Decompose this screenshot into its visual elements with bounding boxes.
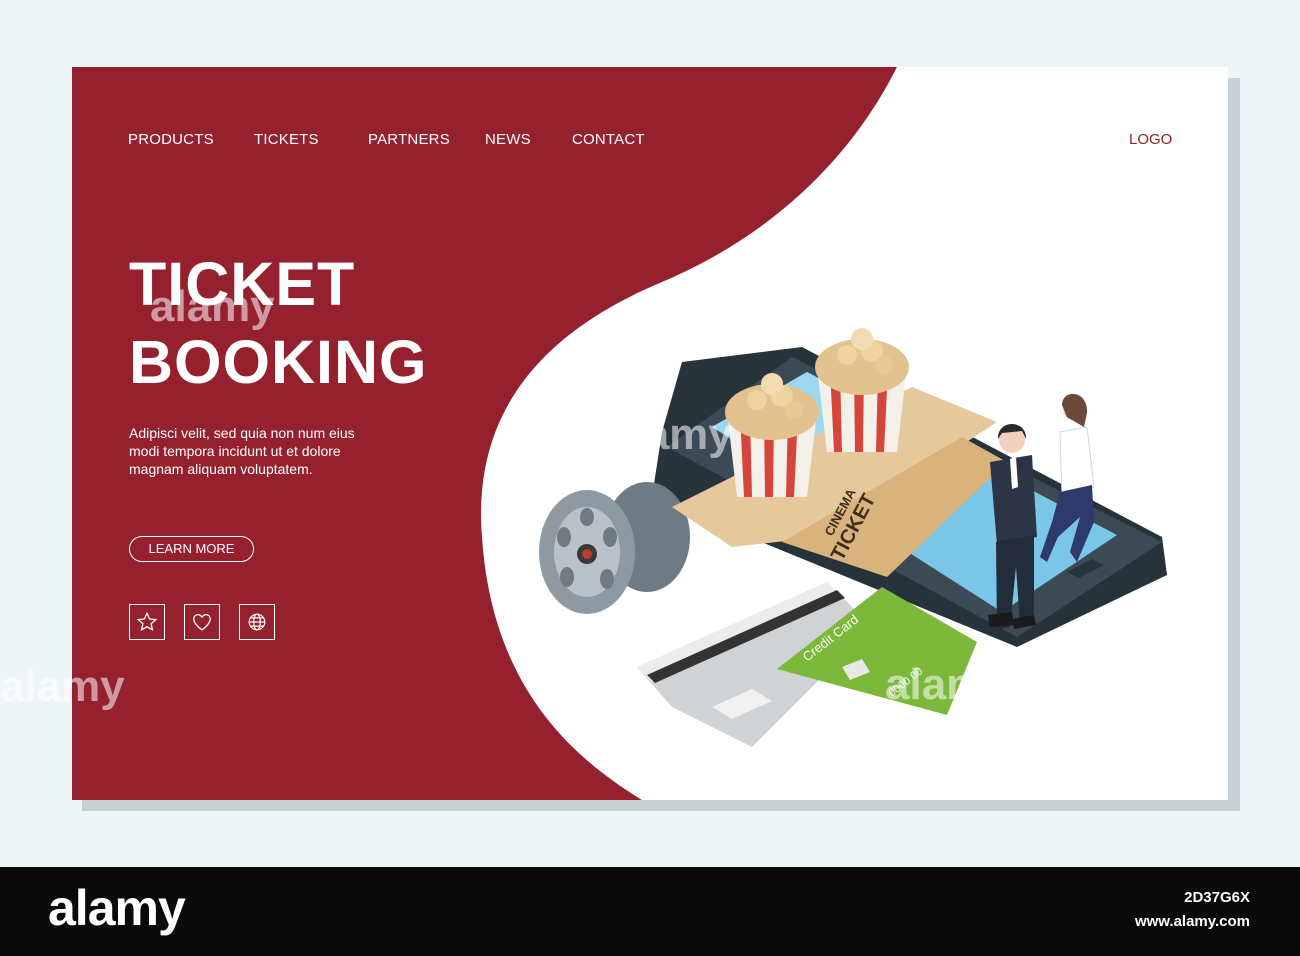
stock-site: www.alamy.com <box>1134 913 1250 930</box>
stock-brand: alamy <box>48 880 186 936</box>
watermark: alamy <box>150 282 275 331</box>
image-id: 2D37G6X <box>1184 889 1250 906</box>
watermark: alamy <box>608 410 733 459</box>
stock-footer: alamy 2D37G6X www.alamy.com <box>0 867 1300 956</box>
film-reel-illustration <box>539 482 690 614</box>
watermark: alamy <box>885 660 1010 709</box>
watermark: alamy <box>0 662 125 711</box>
